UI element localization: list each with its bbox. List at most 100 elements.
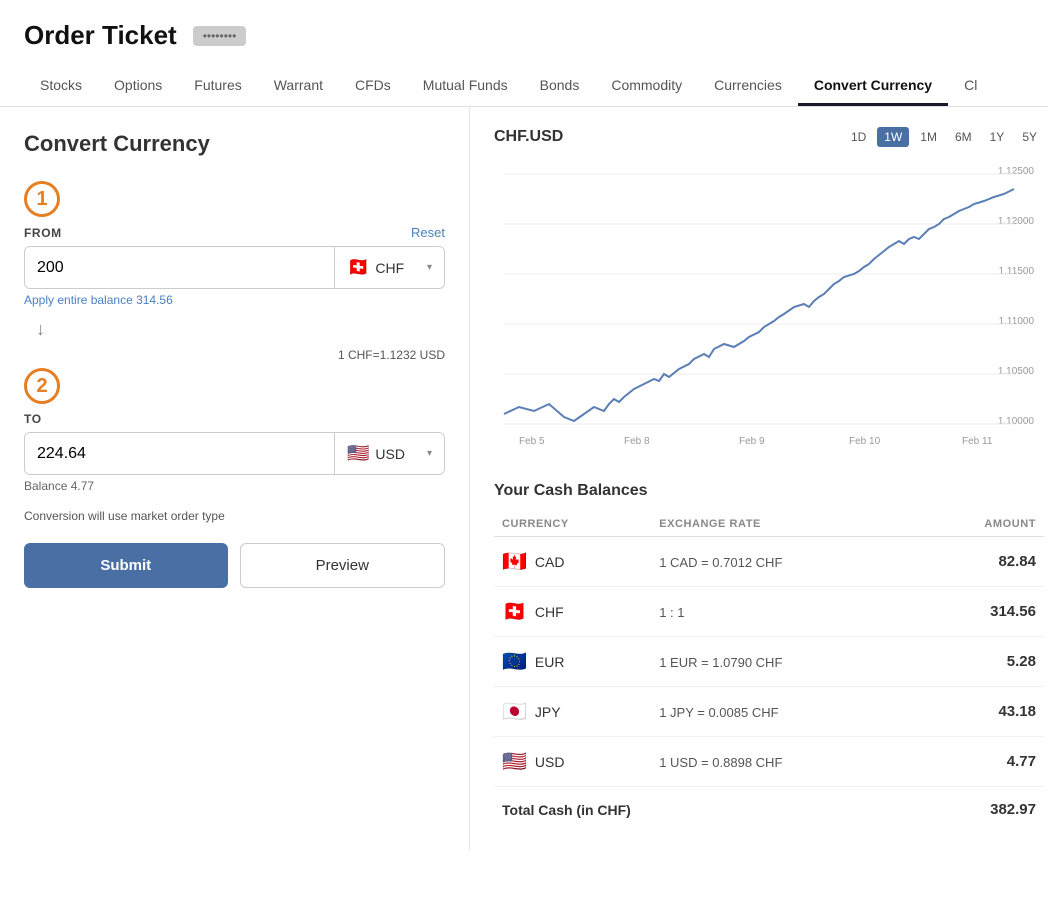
step-1-indicator: 1 [24,181,60,217]
svg-text:1.11000: 1.11000 [999,316,1035,327]
main-content: Convert Currency 1 FROM Reset 🇨🇭 CHF ▾ A… [0,107,1048,850]
currency-cell-cad: 🇨🇦 CAD [494,537,651,587]
nav-tab-currencies[interactable]: Currencies [698,67,798,106]
currency-cell-usd: 🇺🇸 USD [494,737,651,787]
chf-flag-from: 🇨🇭 [347,257,369,278]
from-amount-input[interactable] [25,247,334,288]
convert-currency-title: Convert Currency [24,131,445,157]
nav-tab-cfds[interactable]: CFDs [339,67,407,106]
balance-row-usd: 🇺🇸 USD 1 USD = 0.8898 CHF 4.77 [494,737,1044,787]
balance-row-eur: 🇪🇺 EUR 1 EUR = 1.0790 CHF 5.28 [494,637,1044,687]
time-btn-6m[interactable]: 6M [948,127,979,147]
time-buttons: 1D1W1M6M1Y5Y [844,127,1044,147]
nav-tab-options[interactable]: Options [98,67,178,106]
currency-name-usd: USD [535,754,565,770]
col-currency: CURRENCY [494,512,651,537]
svg-text:1.12000: 1.12000 [998,216,1035,227]
total-amount: 382.97 [916,787,1044,831]
nav-tabs: StocksOptionsFuturesWarrantCFDsMutual Fu… [24,67,1024,106]
app-header: Order Ticket •••••••• StocksOptionsFutur… [0,0,1048,107]
apply-balance-link[interactable]: Apply entire balance 314.56 [24,293,445,307]
from-label: FROM [24,226,62,240]
price-chart: 1.12500 1.12000 1.11500 1.11000 1.10500 … [494,159,1044,459]
nav-tab-futures[interactable]: Futures [178,67,257,106]
reset-button[interactable]: Reset [411,225,445,240]
from-currency-chevron: ▾ [427,262,432,273]
conversion-note: Conversion will use market order type [24,509,445,523]
right-panel: CHF.USD 1D1W1M6M1Y5Y 1.12500 1.12000 1.1… [470,107,1048,850]
nav-tab-bonds[interactable]: Bonds [524,67,596,106]
nav-tab-convert-currency[interactable]: Convert Currency [798,67,948,106]
time-btn-1m[interactable]: 1M [913,127,944,147]
exchange-rate-eur: 1 EUR = 1.0790 CHF [651,637,915,687]
from-currency-select[interactable]: 🇨🇭 CHF ▾ [334,247,444,288]
amount-eur: 5.28 [916,637,1044,687]
nav-tab-cl[interactable]: Cl [948,67,993,106]
time-btn-1d[interactable]: 1D [844,127,873,147]
preview-button[interactable]: Preview [240,543,446,588]
currency-cell-jpy: 🇯🇵 JPY [494,687,651,737]
action-buttons: Submit Preview [24,543,445,588]
flag-usd: 🇺🇸 [502,749,527,774]
nav-tab-mutual-funds[interactable]: Mutual Funds [407,67,524,106]
to-form-group: TO 🇺🇸 USD ▾ Balance 4.77 [24,412,445,493]
cash-balances-section: Your Cash Balances CURRENCY EXCHANGE RAT… [494,482,1044,830]
flag-eur: 🇪🇺 [502,649,527,674]
arrow-down-icon: ↓ [36,319,45,340]
svg-text:Feb 10: Feb 10 [849,436,881,447]
total-label: Total Cash (in CHF) [494,787,916,831]
svg-text:1.10000: 1.10000 [998,416,1035,427]
from-form-group: FROM Reset 🇨🇭 CHF ▾ Apply entire balance… [24,225,445,307]
to-amount-input[interactable] [25,433,334,474]
chart-title: CHF.USD [494,128,563,146]
chart-header: CHF.USD 1D1W1M6M1Y5Y [494,127,1044,147]
svg-text:Feb 11: Feb 11 [962,436,993,447]
cash-balances-title: Your Cash Balances [494,482,1044,500]
time-btn-1w[interactable]: 1W [877,127,909,147]
time-btn-5y[interactable]: 5Y [1015,127,1044,147]
submit-button[interactable]: Submit [24,543,228,588]
to-input-row: 🇺🇸 USD ▾ [24,432,445,475]
amount-chf: 314.56 [916,587,1044,637]
usd-flag-to: 🇺🇸 [347,443,369,464]
amount-cad: 82.84 [916,537,1044,587]
total-row: Total Cash (in CHF) 382.97 [494,787,1044,831]
balance-table: CURRENCY EXCHANGE RATE AMOUNT 🇨🇦 CAD 1 C… [494,512,1044,830]
nav-tab-commodity[interactable]: Commodity [595,67,698,106]
flag-cad: 🇨🇦 [502,549,527,574]
svg-text:1.12500: 1.12500 [998,166,1035,177]
time-btn-1y[interactable]: 1Y [983,127,1012,147]
svg-text:Feb 8: Feb 8 [624,436,650,447]
currency-name-chf: CHF [535,604,564,620]
exchange-rate-cad: 1 CAD = 0.7012 CHF [651,537,915,587]
currency-name-eur: EUR [535,654,565,670]
from-input-row: 🇨🇭 CHF ▾ [24,246,445,289]
step-2-indicator: 2 [24,368,60,404]
to-currency-select[interactable]: 🇺🇸 USD ▾ [334,433,444,474]
chart-container: 1.12500 1.12000 1.11500 1.11000 1.10500 … [494,159,1044,462]
balance-row-jpy: 🇯🇵 JPY 1 JPY = 0.0085 CHF 43.18 [494,687,1044,737]
balance-row-chf: 🇨🇭 CHF 1 : 1 314.56 [494,587,1044,637]
page-title: Order Ticket [24,20,177,51]
flag-chf: 🇨🇭 [502,599,527,624]
flag-jpy: 🇯🇵 [502,699,527,724]
currency-name-cad: CAD [535,554,565,570]
left-panel: Convert Currency 1 FROM Reset 🇨🇭 CHF ▾ A… [0,107,470,850]
exchange-rate-usd: 1 USD = 0.8898 CHF [651,737,915,787]
exchange-rate-display: 1 CHF=1.1232 USD [24,348,445,362]
nav-tab-warrant[interactable]: Warrant [258,67,339,106]
currency-cell-eur: 🇪🇺 EUR [494,637,651,687]
balance-row-cad: 🇨🇦 CAD 1 CAD = 0.7012 CHF 82.84 [494,537,1044,587]
amount-jpy: 43.18 [916,687,1044,737]
to-currency-code: USD [375,446,405,462]
account-badge: •••••••• [193,26,247,46]
svg-text:1.11500: 1.11500 [999,266,1035,277]
exchange-rate-chf: 1 : 1 [651,587,915,637]
to-balance-text: Balance 4.77 [24,479,445,493]
svg-text:Feb 9: Feb 9 [739,436,765,447]
from-currency-code: CHF [375,260,404,276]
nav-tab-stocks[interactable]: Stocks [24,67,98,106]
to-label: TO [24,412,42,426]
col-exchange: EXCHANGE RATE [651,512,915,537]
amount-usd: 4.77 [916,737,1044,787]
